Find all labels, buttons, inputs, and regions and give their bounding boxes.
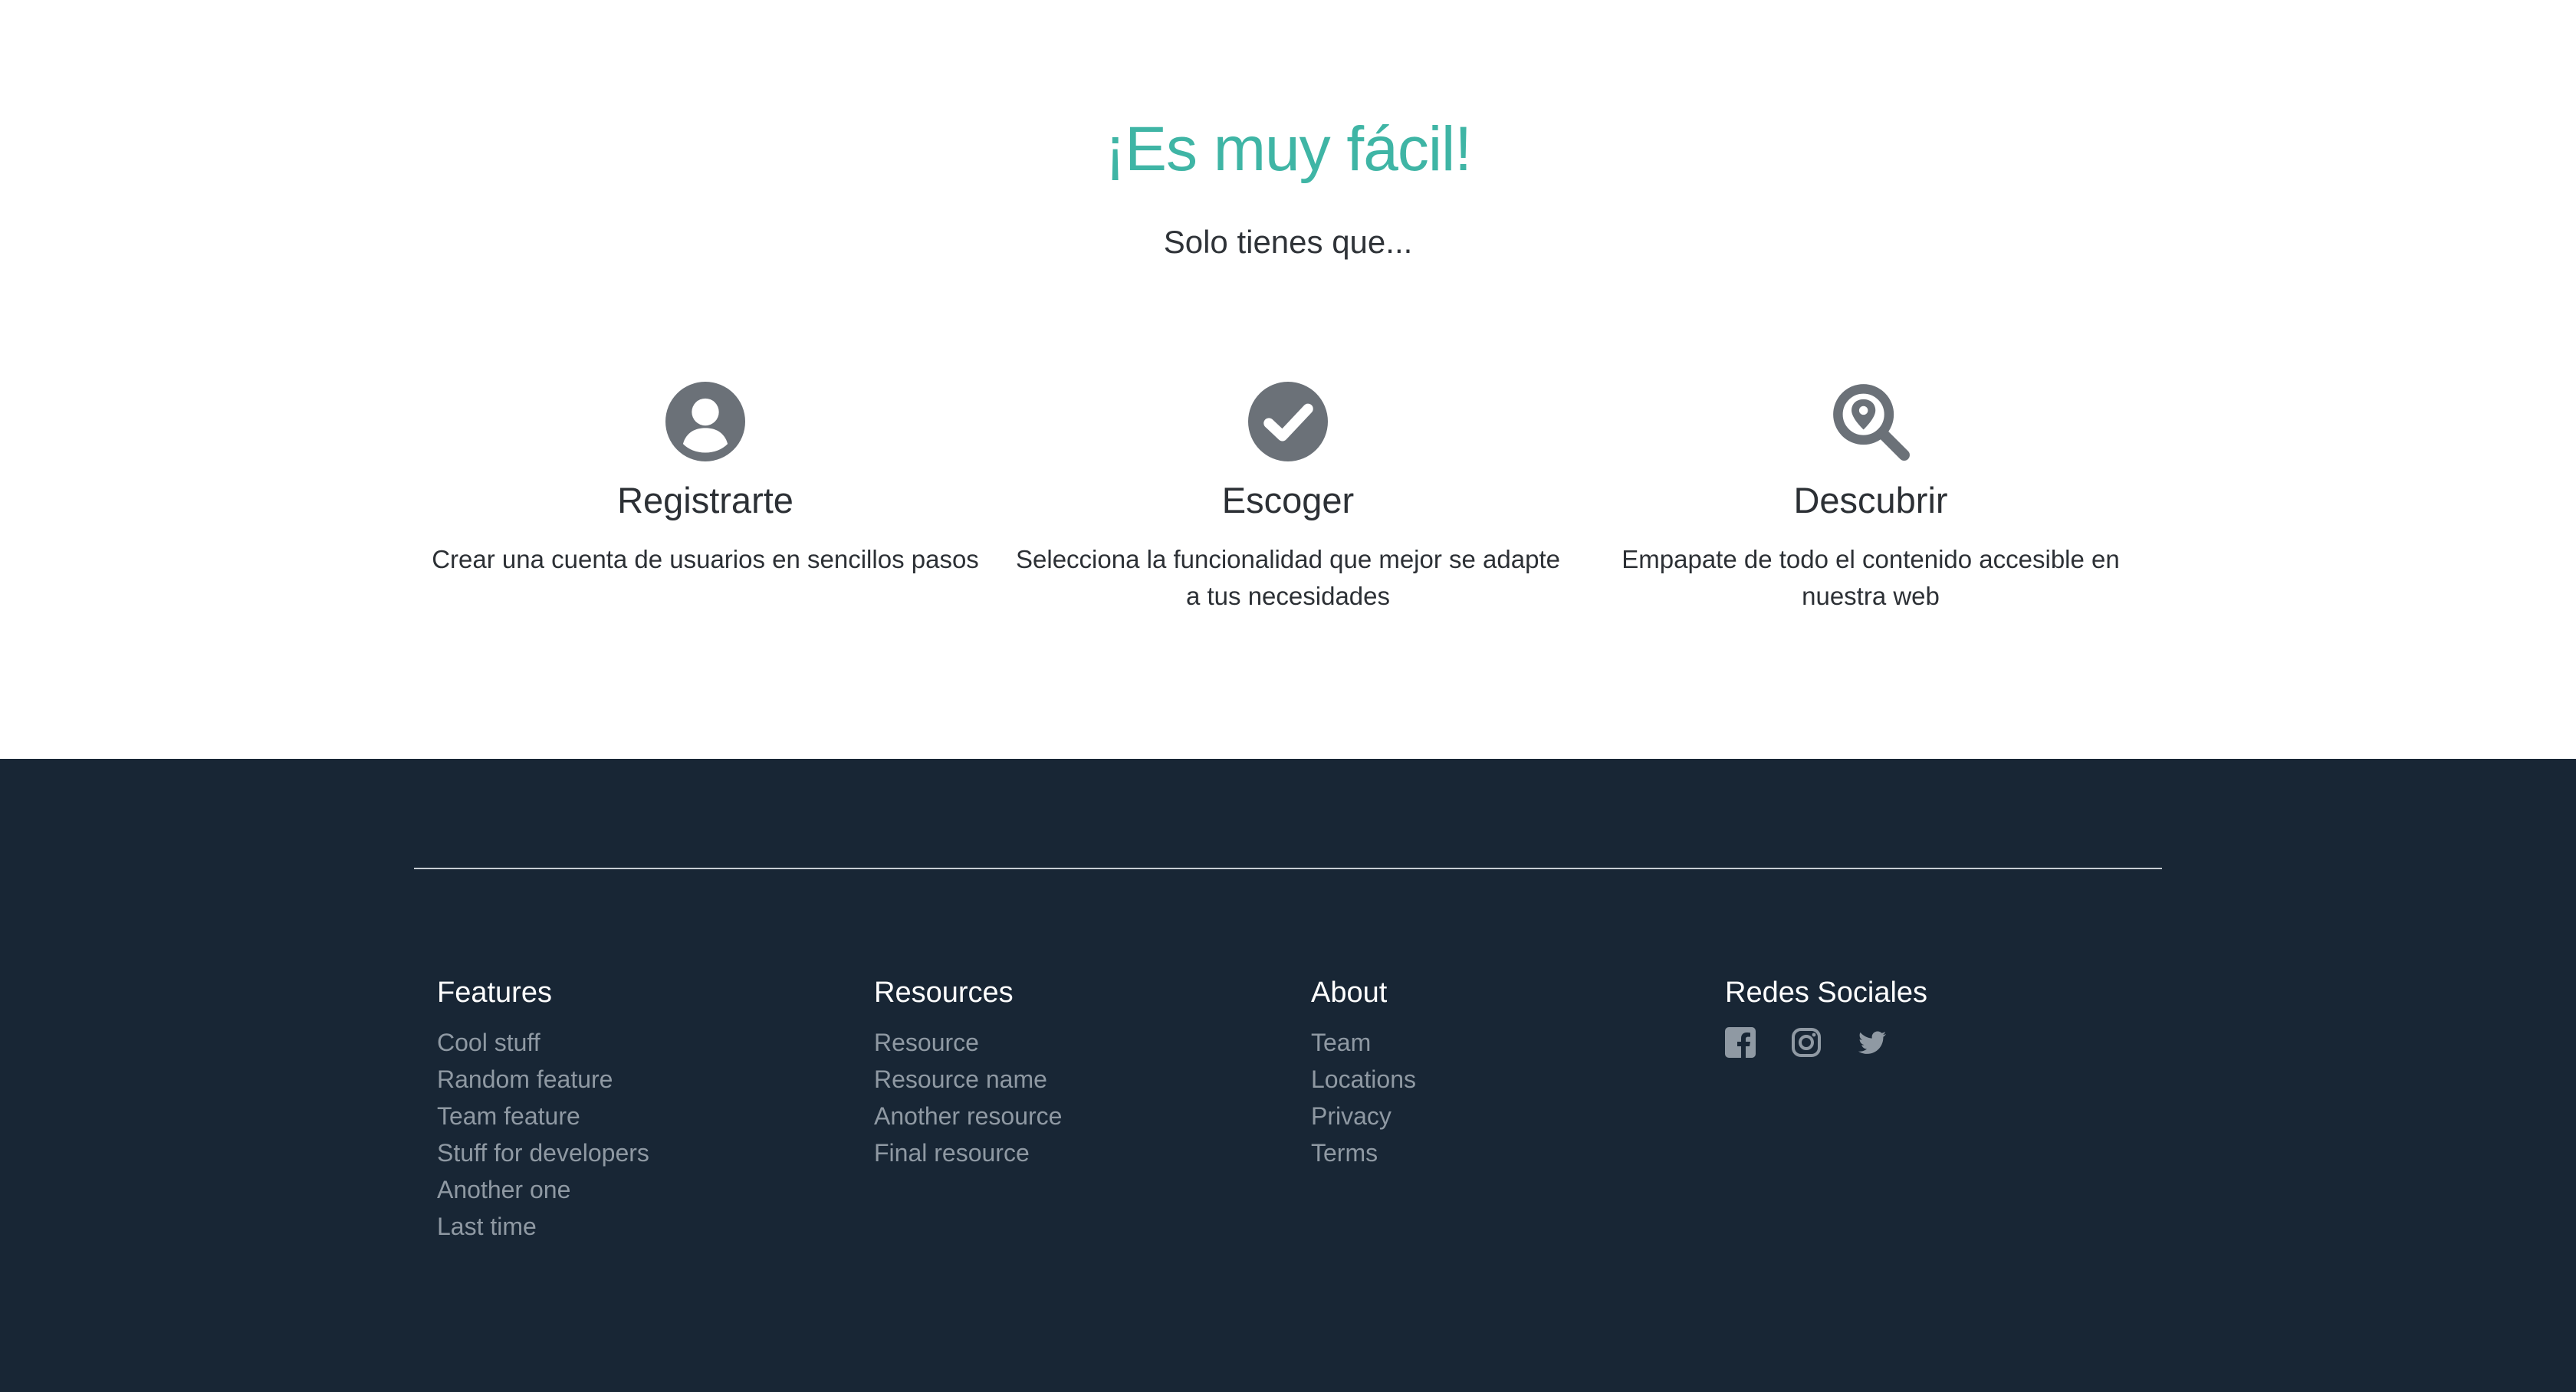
feature-description: Crear una cuenta de usuarios en sencillo… xyxy=(432,545,979,573)
footer-link[interactable]: Resource xyxy=(874,1024,1062,1061)
footer-link[interactable]: Team xyxy=(1311,1024,1416,1061)
footer-link[interactable]: Another resource xyxy=(874,1098,1062,1134)
footer-heading: Features xyxy=(437,977,552,1009)
footer-link[interactable]: Last time xyxy=(437,1208,649,1245)
feature-title: Registrarte xyxy=(617,480,794,520)
section-subtitle: Solo tienes que... xyxy=(1163,224,1413,260)
footer-link[interactable]: Resource name xyxy=(874,1061,1062,1098)
feature-choose: Escoger Selecciona la funcionalidad que … xyxy=(1012,382,1564,615)
user-circle-icon xyxy=(665,382,745,461)
footer-heading: Redes Sociales xyxy=(1725,977,1928,1009)
footer-link[interactable]: Another one xyxy=(437,1171,649,1208)
footer-link[interactable]: Privacy xyxy=(1311,1098,1416,1134)
footer-divider xyxy=(414,868,2162,869)
section-title: ¡Es muy fácil! xyxy=(1104,114,1472,184)
how-it-works-section: ¡Es muy fácil! Solo tienes que... Regist… xyxy=(0,0,2576,759)
footer-heading: About xyxy=(1311,977,1388,1009)
feature-title: Descubrir xyxy=(1793,480,1948,520)
search-location-icon xyxy=(1833,384,1910,461)
footer-link[interactable]: Team feature xyxy=(437,1098,649,1134)
feature-register: Registrarte Crear una cuenta de usuarios… xyxy=(429,382,981,578)
site-footer: Features Cool stuff Random feature Team … xyxy=(0,759,2576,1392)
instagram-icon[interactable] xyxy=(1791,1027,1822,1058)
footer-link[interactable]: Final resource xyxy=(874,1134,1062,1171)
feature-description: Selecciona la funcionalidad que mejor se… xyxy=(1016,545,1560,610)
footer-link[interactable]: Terms xyxy=(1311,1134,1416,1171)
feature-title: Escoger xyxy=(1221,480,1355,520)
footer-column-social: Redes Sociales xyxy=(1725,975,1927,1058)
twitter-icon[interactable] xyxy=(1857,1027,1888,1058)
footer-column-features: Features Cool stuff Random feature Team … xyxy=(437,975,649,1245)
footer-link[interactable]: Cool stuff xyxy=(437,1024,649,1061)
footer-link[interactable]: Stuff for developers xyxy=(437,1134,649,1171)
footer-link-list: Resource Resource name Another resource … xyxy=(874,1024,1062,1171)
footer-link-list: Cool stuff Random feature Team feature S… xyxy=(437,1024,649,1245)
facebook-icon[interactable] xyxy=(1725,1027,1756,1058)
feature-description: Empapate de todo el contenido accesible … xyxy=(1622,545,2120,610)
footer-heading: Resources xyxy=(874,977,1014,1009)
footer-column-about: About Team Locations Privacy Terms xyxy=(1311,975,1416,1171)
footer-link[interactable]: Random feature xyxy=(437,1061,649,1098)
footer-link-list: Team Locations Privacy Terms xyxy=(1311,1024,1416,1171)
social-links xyxy=(1725,1027,1927,1058)
footer-link[interactable]: Locations xyxy=(1311,1061,1416,1098)
check-circle-icon xyxy=(1248,382,1328,461)
footer-column-resources: Resources Resource Resource name Another… xyxy=(874,975,1062,1171)
feature-discover: Descubrir Empapate de todo el contenido … xyxy=(1595,382,2147,615)
